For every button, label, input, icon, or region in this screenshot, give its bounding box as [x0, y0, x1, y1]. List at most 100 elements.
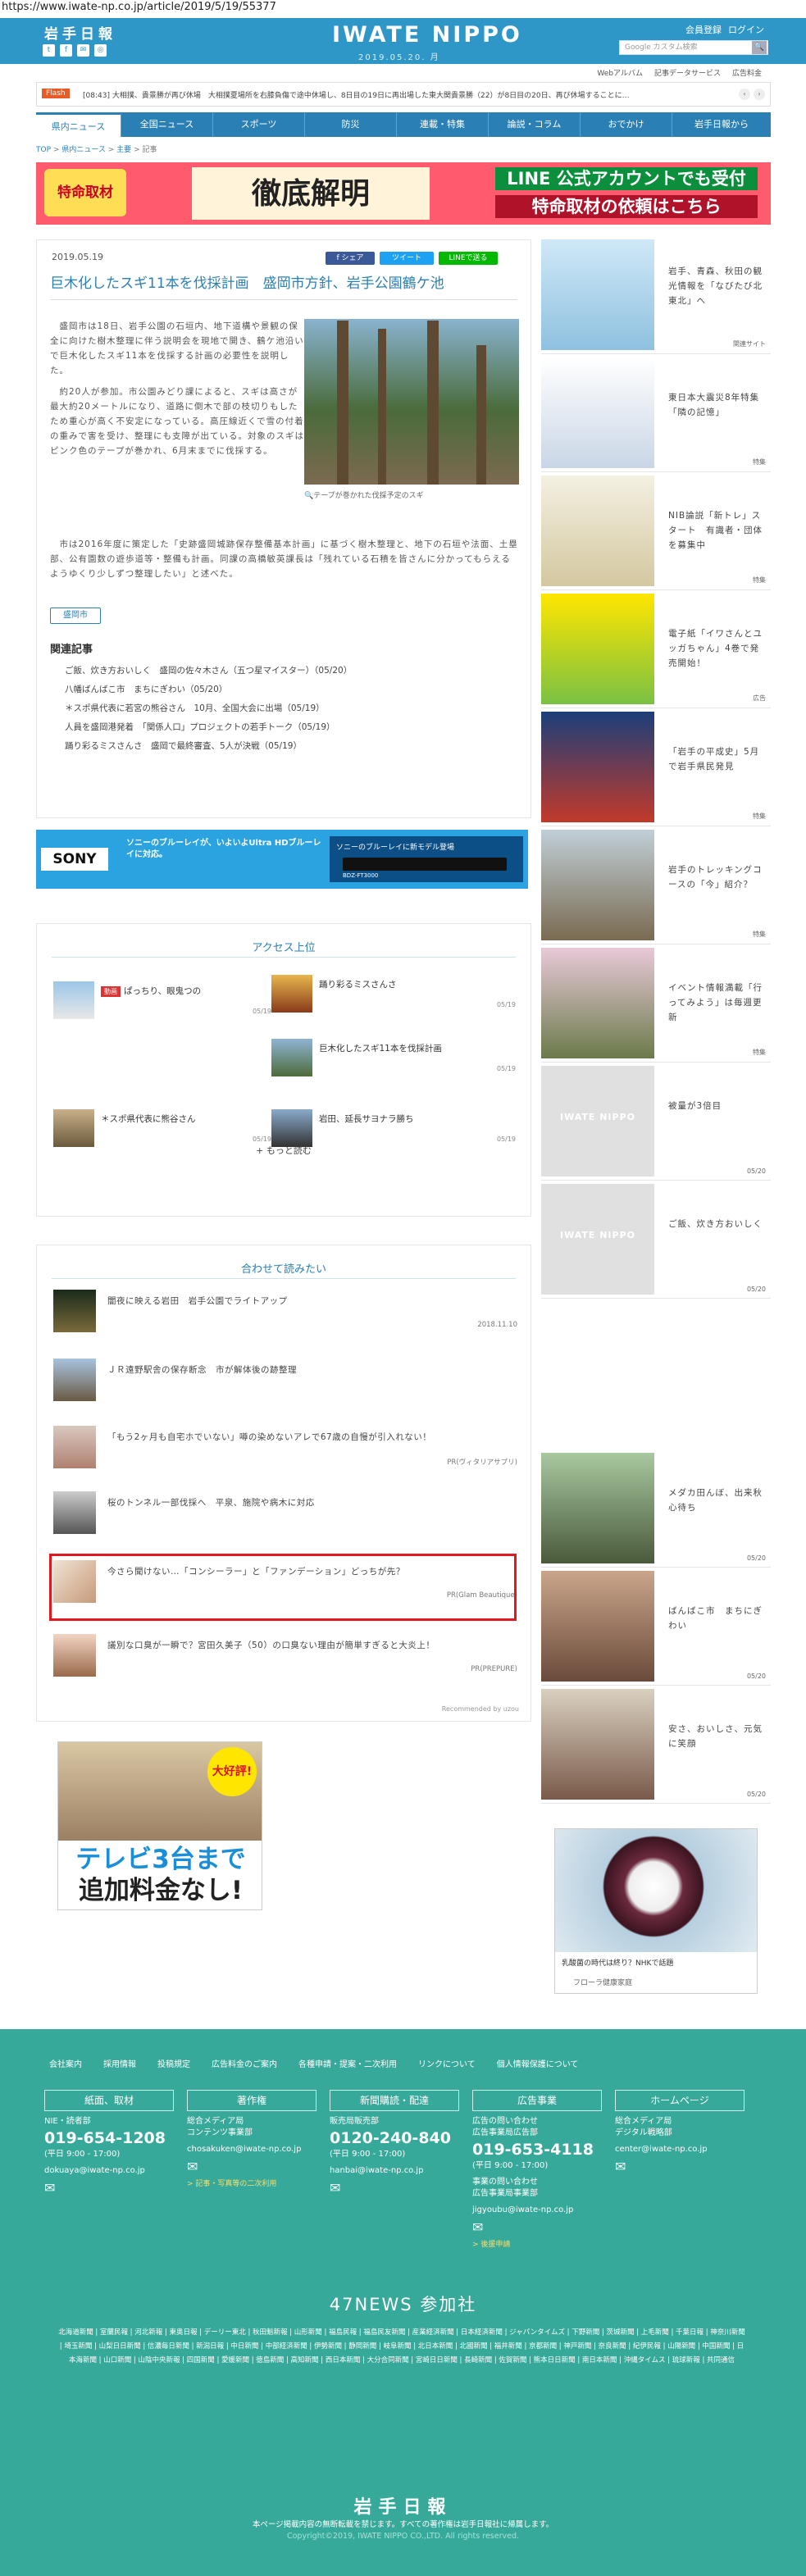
ranking-item[interactable]: ＊スポ県代表に熊谷さん 05/19 [53, 1109, 271, 1147]
related-article-link[interactable]: 八幡ばんばこ市 まちにぎわい（05/20） [65, 680, 352, 699]
yogurt-ad[interactable]: 乳酸菌の時代は終り？NHKで話題 フローラ健康家庭 [554, 1828, 758, 1994]
footer-link[interactable]: 個人情報保護について [497, 2057, 579, 2069]
nav-tab-disaster[interactable]: 防災 [305, 112, 397, 137]
nav-tab-from-nippo[interactable]: 岩手日報から [672, 112, 771, 137]
subnav-ad-rates[interactable]: 広告料金 [732, 67, 762, 78]
related-article-link[interactable]: 人員を盛岡港発着 「関係人口」プロジェクトの若手トーク（05/19） [65, 718, 352, 737]
phone-number[interactable]: 019-654-1208 [44, 2128, 174, 2149]
recorder-image [343, 858, 507, 871]
video-badge: 動画 [101, 986, 121, 997]
footer-link[interactable]: 広告料金のご案内 [212, 2057, 277, 2069]
breadcrumb-main[interactable]: 主要 [116, 146, 131, 154]
recommend-item[interactable]: 闇夜に映える岩田 岩手公園でライトアップ 2018.11.10 [53, 1288, 517, 1336]
footer-link[interactable]: 会社案内 [49, 2057, 82, 2069]
facebook-icon[interactable]: f [60, 44, 72, 57]
article-title: 巨木化したスギ11本を伐採計画 盛岡市方針、岩手公園鶴ケ池 [50, 275, 444, 292]
footer-link[interactable]: リンクについて [418, 2057, 476, 2069]
related-article-link[interactable]: 踊り彩るミスさんさ 盛岡で最終審査、5人が決戦（05/19） [65, 737, 352, 756]
search-icon[interactable]: 🔍 [752, 41, 767, 54]
sony-recorder: ソニーのブルーレイに新モデル登場 BDZ-FT3000 [330, 836, 523, 882]
article-date: 2019.05.19 [52, 252, 103, 262]
network-sites-list[interactable]: 北海道新聞 | 室蘭民報 | 河北新報 | 東奥日報 | デーリー東北 | 秋田… [57, 2326, 746, 2368]
nav-tab-local-news[interactable]: 県内ニュース [36, 112, 121, 137]
account-links: 会員登録 ログイン [685, 23, 764, 36]
twitter-icon[interactable]: t [43, 44, 55, 57]
brand-logo[interactable]: IWATE NIPPO [332, 22, 522, 48]
ranking-item[interactable]: 踊り彩るミスさんさ 05/19 [271, 975, 516, 1013]
nav-tab-sports[interactable]: スポーツ [213, 112, 305, 137]
next-arrow-icon[interactable]: › [754, 89, 765, 100]
tag-morioka[interactable]: 盛岡市 [50, 608, 101, 624]
powered-by[interactable]: Recommended by uzou [442, 1705, 519, 1713]
investigation-banner-ad[interactable]: 特命取材 徹底解明 LINE 公式アカウントでも受付 特命取材の依頼はこちら [36, 162, 771, 225]
sidebar-item[interactable]: イベント情報満載「行ってみよう」は毎週更新 特集 [541, 948, 771, 1063]
flash-text[interactable]: [08:43] 大相撲、貴景勝が再び休場 大相撲夏場所を右膝負傷で途中休場し、8… [83, 89, 722, 100]
mail-icon[interactable]: ✉ [77, 44, 89, 57]
sidebar-thumbnail [541, 712, 654, 822]
secondary-use-link[interactable]: > 記事・写真等の二次利用 [187, 2178, 316, 2188]
tweet-button[interactable]: ツイート [380, 252, 434, 265]
nav-tab-national-news[interactable]: 全国ニュース [121, 112, 213, 137]
ranking-item[interactable]: 岩田、延長サヨナラ勝ち 05/19 [271, 1109, 516, 1147]
recommend-thumbnail [53, 1491, 96, 1534]
subnav-data-service[interactable]: 記事データサービス [654, 67, 721, 78]
search-input[interactable]: Google カスタム検索 [619, 40, 768, 55]
sidebar-item[interactable]: 岩手のトレッキングコースの「今」紹介？ 特集 [541, 830, 771, 944]
breadcrumb-local-news[interactable]: 県内ニュース [61, 146, 106, 154]
sidebar-item[interactable]: 電子紙「イワさんとユッガちゃん」4巻で発売開始！ 広告 [541, 594, 771, 708]
footer-link[interactable]: 各種申請・提案・二次利用 [298, 2057, 397, 2069]
paragraph: 盛岡市は18日、岩手公園の石垣内、地下道構や景観の保全に向けた樹木整理に伴う説明… [50, 321, 304, 375]
sidebar-item[interactable]: 安さ、おいしさ、元気に笑顔 05/20 [541, 1689, 771, 1804]
nav-tab-opinion[interactable]: 論説・コラム [489, 112, 581, 137]
subnav-album[interactable]: Webアルバム [597, 67, 643, 78]
sidebar-item[interactable]: 岩手、青森、秋田の観光情報を「なびたび北東北」へ 関連サイト [541, 239, 771, 354]
related-article-link[interactable]: ご飯、炊き方おいしく 盛岡の佐々木さん（五つ星マイスター）（05/20） [65, 662, 352, 680]
ad-headline: テレビ3台まで 追加料金なし! [75, 1845, 246, 1905]
tv-ad[interactable]: 大好評! テレビ3台まで 追加料金なし! [57, 1741, 262, 1910]
instagram-icon[interactable]: ◎ [94, 44, 107, 57]
related-article-link[interactable]: ＊スポ県代表に若宮の熊谷さん 10月、全国大会に出場（05/19） [65, 699, 352, 718]
sidebar-item[interactable]: NIB論説「新トレ」スタート 有識者・団体を募集中 特集 [541, 476, 771, 590]
recommend-item[interactable]: 桜のトンネル一部伐採へ 平泉、施院や病木に対応 [53, 1490, 517, 1537]
ranking-item[interactable]: 動画 ぱっちり、眼鬼つの 05/19 [53, 981, 271, 1019]
article-photo[interactable] [304, 319, 519, 485]
breadcrumb-top[interactable]: TOP [36, 146, 51, 154]
sidebar-item[interactable]: 東日本大震災8年特集「隣の記憶」 特集 [541, 357, 771, 472]
sidebar-item[interactable]: ばんばこ市 まちにぎわい 05/20 [541, 1571, 771, 1686]
mail-icon[interactable]: ✉ [330, 2180, 459, 2196]
recommend-item[interactable]: 「もう2ヶ月も自宅ホでいない」噂の染めないアレで67歳の自慢が引入れない！ PR… [53, 1424, 517, 1472]
sponsorship-link[interactable]: > 後援申請 [472, 2238, 602, 2249]
mail-icon[interactable]: ✉ [472, 2219, 602, 2235]
prev-arrow-icon[interactable]: ‹ [739, 89, 750, 100]
read-also-heading: 合わせて読みたい [240, 1263, 326, 1276]
nav-tab-series[interactable]: 連載・特集 [397, 112, 489, 137]
sidebar-item[interactable]: IWATE NIPPO ご飯、炊き方おいしく 05/20 [541, 1184, 771, 1299]
article-body: 盛岡市は18日、岩手公園の石垣内、地下道構や景観の保全に向けた樹木整理に伴う説明… [50, 319, 306, 458]
ranking-item[interactable]: 巨木化したスギ11本を伐採計画 05/19 [271, 1039, 516, 1076]
footer-logo[interactable]: 岩手日報 [0, 2492, 806, 2519]
site-logo[interactable]: 岩手日報 [44, 22, 116, 43]
sidebar-item[interactable]: IWATE NIPPO 被量が3倍目 05/20 [541, 1066, 771, 1181]
footer-link[interactable]: 投稿規定 [157, 2057, 190, 2069]
register-link[interactable]: 会員登録 [685, 23, 722, 36]
phone-number[interactable]: 019-653-4118 [472, 2139, 602, 2160]
sidebar-item[interactable]: 「岩手の平成史」5月で岩手県民発見 特集 [541, 712, 771, 826]
mail-icon[interactable]: ✉ [615, 2159, 745, 2174]
phone-number[interactable]: 0120-240-840 [330, 2128, 459, 2149]
recommend-thumbnail [53, 1290, 96, 1332]
url-bar[interactable]: https://www.iwate-np.co.jp/article/2019/… [0, 0, 806, 18]
more-button[interactable]: + もっと読む [37, 1144, 531, 1157]
footer-contact-column: 著作権 総合メディア局 コンテンツ事業部 chosakuken@iwate-np… [187, 2090, 316, 2188]
sony-bluray-ad[interactable]: SONY ソニーのブルーレイが、いよいよUltra HDブルーレイに対応。 ソニ… [36, 830, 528, 889]
recommend-item[interactable]: 議別な口臭が一瞬で？宮田久美子（50）の口臭ない理由が簡単すぎると大炎上！ PR… [53, 1632, 517, 1680]
article-card: 2019.05.19 f シェア ツイート LINEで送る 巨木化したスギ11本… [36, 239, 531, 818]
facebook-share-button[interactable]: f シェア [326, 252, 375, 265]
nav-tab-outings[interactable]: おでかけ [581, 112, 672, 137]
mail-icon[interactable]: ✉ [187, 2159, 316, 2174]
footer-link[interactable]: 採用情報 [103, 2057, 136, 2069]
mail-icon[interactable]: ✉ [44, 2180, 174, 2196]
login-link[interactable]: ログイン [728, 23, 764, 36]
sidebar-item[interactable]: メダカ田んぼ、出来秋心待ち 05/20 [541, 1453, 771, 1568]
line-share-button[interactable]: LINEで送る [439, 252, 498, 265]
recommend-item[interactable]: ＪＲ遠野駅舎の保存断念 市が解体後の跡整理 [53, 1357, 517, 1404]
